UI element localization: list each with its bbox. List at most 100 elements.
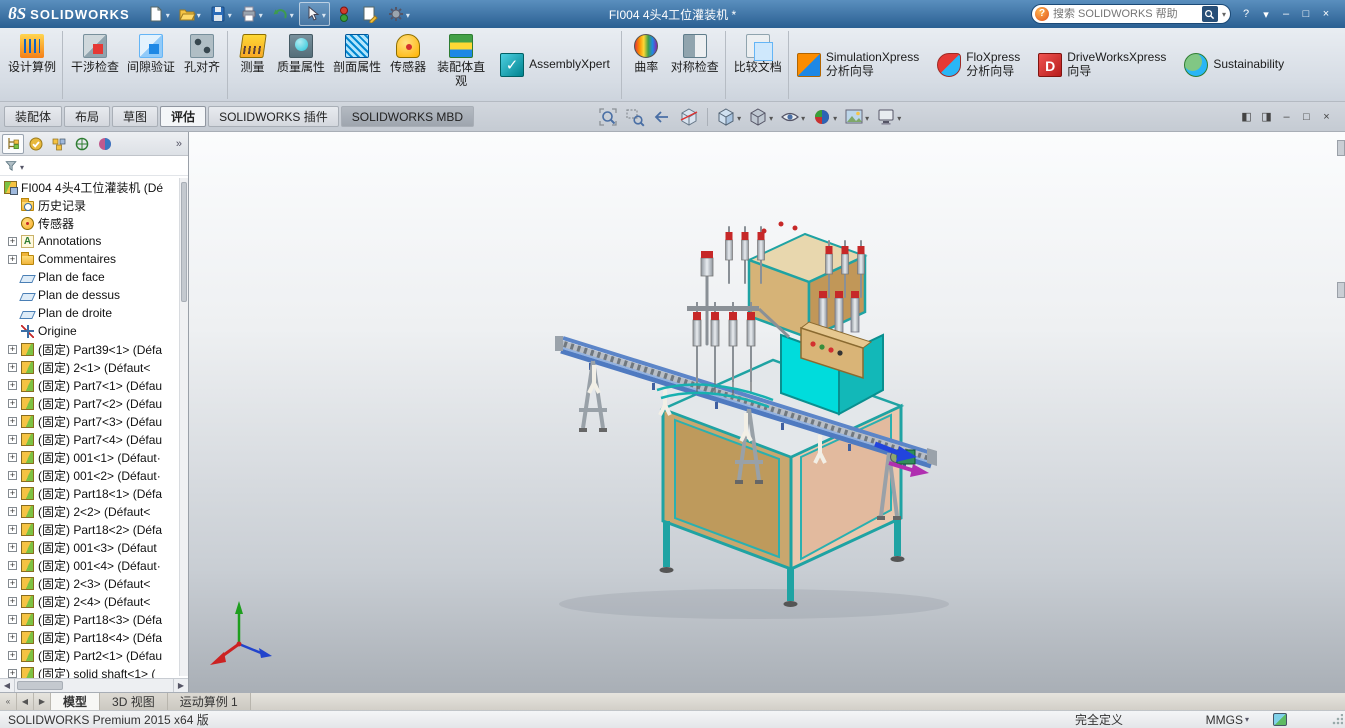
tree-item[interactable]: (固定) 001<3> (Défaut: [0, 538, 188, 556]
doc-close-button[interactable]: ×: [1318, 109, 1335, 125]
ribbon-button[interactable]: FloXpress 分析向导: [928, 31, 1029, 99]
tree-item[interactable]: (固定) 2<3> (Défaut<: [0, 574, 188, 592]
tree-item[interactable]: (固定) Part18<3> (Défa: [0, 610, 188, 628]
tree-item[interactable]: Origine: [0, 322, 188, 340]
tree-item[interactable]: (固定) Part18<2> (Défa: [0, 520, 188, 538]
doc-minimize-button[interactable]: –: [1278, 109, 1295, 125]
expand-icon[interactable]: [8, 561, 17, 570]
expand-icon[interactable]: [8, 399, 17, 408]
featuremanager-tab[interactable]: [2, 134, 24, 154]
expand-icon[interactable]: [8, 633, 17, 642]
expand-icon[interactable]: [8, 507, 17, 516]
expand-icon[interactable]: [8, 471, 17, 480]
ribbon-button[interactable]: SimulationXpress 分析向导: [788, 31, 928, 99]
command-tab[interactable]: SOLIDWORKS 插件: [208, 106, 339, 127]
expand-icon[interactable]: [8, 345, 17, 354]
expand-icon[interactable]: [8, 363, 17, 372]
quick-tips-icon[interactable]: [1273, 713, 1287, 726]
hscroll-left-button[interactable]: ◀: [0, 679, 15, 692]
expand-icon[interactable]: [8, 489, 17, 498]
tree-item[interactable]: (固定) Part7<3> (Défau: [0, 412, 188, 430]
command-tab[interactable]: 装配体: [4, 106, 62, 127]
tree-item[interactable]: (固定) Part18<4> (Défa: [0, 628, 188, 646]
print-button[interactable]: [237, 3, 266, 25]
tree-item[interactable]: Plan de droite: [0, 304, 188, 322]
expand-icon[interactable]: [8, 381, 17, 390]
tree-horizontal-scrollbar[interactable]: ◀ ▶: [0, 678, 188, 692]
ribbon-button[interactable]: 设计算例: [4, 31, 60, 99]
tree-item[interactable]: 传感器: [0, 214, 188, 232]
document-view-tab[interactable]: 模型: [51, 693, 100, 710]
tree-item[interactable]: (固定) solid shaft<1> (: [0, 664, 188, 678]
expand-icon[interactable]: [8, 435, 17, 444]
ribbon-button[interactable]: 曲率: [621, 31, 667, 99]
search-submit-button[interactable]: [1202, 6, 1218, 22]
tree-item[interactable]: Annotations: [0, 232, 188, 250]
expand-icon[interactable]: [8, 597, 17, 606]
ribbon-button[interactable]: 间隙验证: [123, 31, 179, 99]
rebuild-button[interactable]: [332, 3, 356, 25]
tree-item[interactable]: (固定) 001<1> (Défaut·: [0, 448, 188, 466]
dimxpertmanager-tab[interactable]: [71, 134, 93, 154]
tree-item[interactable]: (固定) 2<4> (Défaut<: [0, 592, 188, 610]
tab-scroll-prev[interactable]: ◀: [17, 693, 34, 710]
ribbon-button[interactable]: 剖面属性: [329, 31, 385, 99]
new-document-button[interactable]: [144, 3, 173, 25]
ribbon-button[interactable]: 测量: [227, 31, 273, 99]
ribbon-button[interactable]: 对称检查: [667, 31, 723, 99]
view-settings-button[interactable]: [874, 106, 903, 128]
tree-item[interactable]: (固定) Part2<1> (Défau: [0, 646, 188, 664]
filter-funnel-icon[interactable]: [4, 159, 18, 173]
undo-button[interactable]: [268, 3, 297, 25]
command-tab[interactable]: 草图: [112, 106, 158, 127]
tree-item[interactable]: 历史记录: [0, 196, 188, 214]
command-tab[interactable]: 评估: [160, 106, 206, 127]
minimize-button[interactable]: –: [1277, 5, 1295, 23]
tree-item[interactable]: (固定) Part7<2> (Défau: [0, 394, 188, 412]
file-properties-button[interactable]: [358, 3, 382, 25]
panel-tab-overflow-button[interactable]: »: [172, 138, 186, 150]
help-search-box[interactable]: ? ▾: [1031, 4, 1231, 24]
ribbon-button[interactable]: Sustainability: [1175, 31, 1293, 99]
document-view-tab[interactable]: 3D 视图: [100, 693, 168, 710]
previous-view-button[interactable]: [650, 106, 674, 128]
tree-item[interactable]: Plan de face: [0, 268, 188, 286]
expand-icon[interactable]: [8, 615, 17, 624]
restore-button[interactable]: □: [1297, 5, 1315, 23]
help-search-input[interactable]: [1053, 8, 1198, 20]
ribbon-button[interactable]: 比较文档: [725, 31, 786, 99]
configurationmanager-tab[interactable]: [48, 134, 70, 154]
tree-item[interactable]: (固定) Part39<1> (Défa: [0, 340, 188, 358]
tab-scroll-first[interactable]: «: [0, 693, 17, 710]
filter-caret[interactable]: [20, 159, 24, 173]
tree-item[interactable]: (固定) Part18<1> (Défa: [0, 484, 188, 502]
document-view-tab[interactable]: 运动算例 1: [168, 693, 251, 710]
expand-icon[interactable]: [8, 417, 17, 426]
ribbon-button[interactable]: 装配体直观: [431, 31, 491, 99]
close-button[interactable]: ×: [1317, 5, 1335, 23]
tree-item[interactable]: Plan de dessus: [0, 286, 188, 304]
ribbon-button[interactable]: 孔对齐: [179, 31, 225, 99]
search-scope-caret[interactable]: ▾: [1222, 10, 1226, 19]
display-style-button[interactable]: [746, 106, 775, 128]
pane-toggle-left[interactable]: ◧: [1238, 109, 1255, 125]
zoom-to-fit-button[interactable]: [596, 106, 620, 128]
expand-icon[interactable]: [8, 543, 17, 552]
tab-scroll-next[interactable]: ▶: [34, 693, 51, 710]
hscroll-thumb[interactable]: [17, 681, 63, 690]
command-tab[interactable]: 布局: [64, 106, 110, 127]
ribbon-button[interactable]: 质量属性: [273, 31, 329, 99]
edit-appearance-button[interactable]: [810, 106, 839, 128]
tree-vertical-scrollbar[interactable]: [179, 178, 188, 676]
help-button[interactable]: ?: [1237, 5, 1255, 23]
expand-icon[interactable]: [8, 651, 17, 660]
pane-split-handle-top[interactable]: [1337, 140, 1345, 156]
scrollbar-thumb[interactable]: [181, 182, 187, 302]
command-tab[interactable]: SOLIDWORKS MBD: [341, 106, 474, 127]
open-button[interactable]: [175, 3, 204, 25]
options-button[interactable]: [384, 3, 413, 25]
ribbon-button[interactable]: 干涉检查: [62, 31, 123, 99]
displaymanager-tab[interactable]: [94, 134, 116, 154]
apply-scene-button[interactable]: [842, 106, 871, 128]
hide-show-items-button[interactable]: [778, 106, 807, 128]
